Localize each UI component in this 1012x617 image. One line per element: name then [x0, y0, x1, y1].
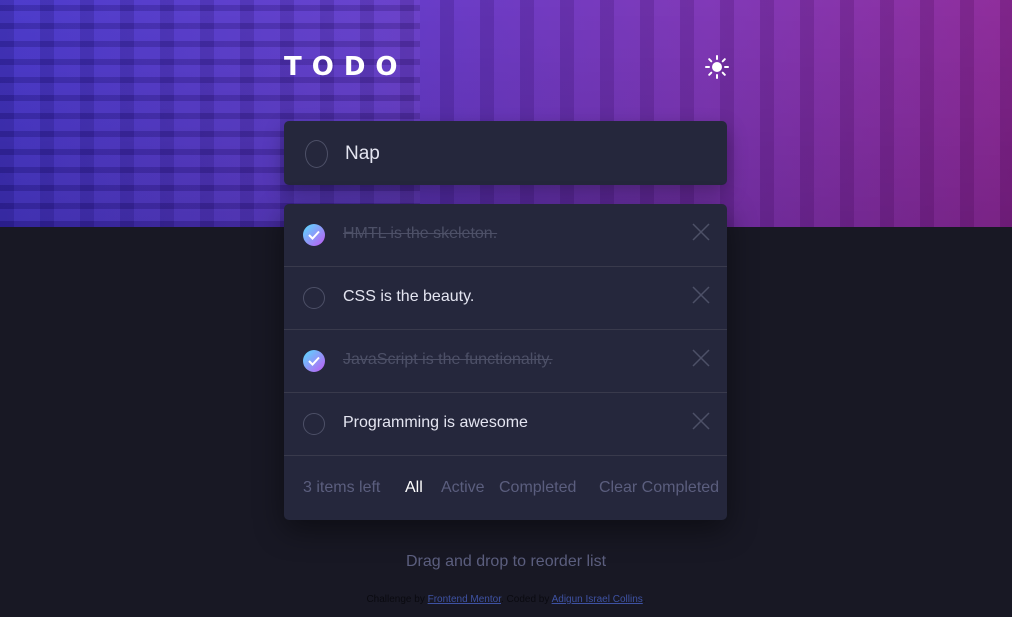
todo-item[interactable]: CSS is the beauty. — [284, 267, 727, 330]
delete-icon[interactable] — [692, 412, 710, 430]
todo-text: CSS is the beauty. — [343, 288, 475, 305]
todo-checkbox-checked[interactable] — [303, 224, 325, 246]
sun-icon — [705, 55, 729, 79]
delete-icon[interactable] — [692, 286, 710, 304]
todo-text: JavaScript is the functionality. — [343, 351, 553, 368]
header-background-image — [0, 0, 1012, 227]
attribution: Challenge by Frontend Mentor. Coded by A… — [366, 594, 646, 605]
filter-active-button[interactable]: Active — [441, 479, 485, 497]
delete-icon[interactable] — [692, 223, 710, 241]
drag-drop-hint: Drag and drop to reorder list — [405, 553, 607, 570]
todo-text: HMTL is the skeleton. — [343, 225, 498, 242]
delete-icon[interactable] — [692, 349, 710, 367]
filter-completed-button[interactable]: Completed — [499, 479, 576, 497]
frontend-mentor-link[interactable]: Frontend Mentor — [428, 594, 501, 605]
todo-checkbox[interactable] — [303, 413, 325, 435]
app-title: TODO — [284, 52, 408, 82]
todo-app: TODO HMTL is the skeleton. — [0, 0, 1012, 617]
check-icon — [308, 356, 320, 366]
items-left-count: 3 items left — [303, 479, 381, 496]
list-footer: 3 items left All Active Completed Clear … — [284, 457, 727, 520]
new-todo-input[interactable] — [343, 137, 707, 171]
new-todo-card — [284, 121, 727, 185]
todo-item[interactable]: Programming is awesome — [284, 393, 727, 456]
author-link[interactable]: Adigun Israel Collins — [552, 594, 643, 605]
todo-text: Programming is awesome — [343, 414, 528, 431]
todo-list: HMTL is the skeleton. CSS is the beauty.… — [284, 204, 727, 520]
check-icon — [308, 230, 320, 240]
todo-checkbox-checked[interactable] — [303, 350, 325, 372]
filter-all-button[interactable]: All — [405, 479, 423, 497]
todo-item[interactable]: JavaScript is the functionality. — [284, 330, 727, 393]
todo-item[interactable]: HMTL is the skeleton. — [284, 204, 727, 267]
theme-toggle-button[interactable] — [704, 54, 730, 80]
new-todo-checkbox[interactable] — [305, 140, 328, 168]
todo-checkbox[interactable] — [303, 287, 325, 309]
clear-completed-button[interactable]: Clear Completed — [599, 479, 719, 497]
